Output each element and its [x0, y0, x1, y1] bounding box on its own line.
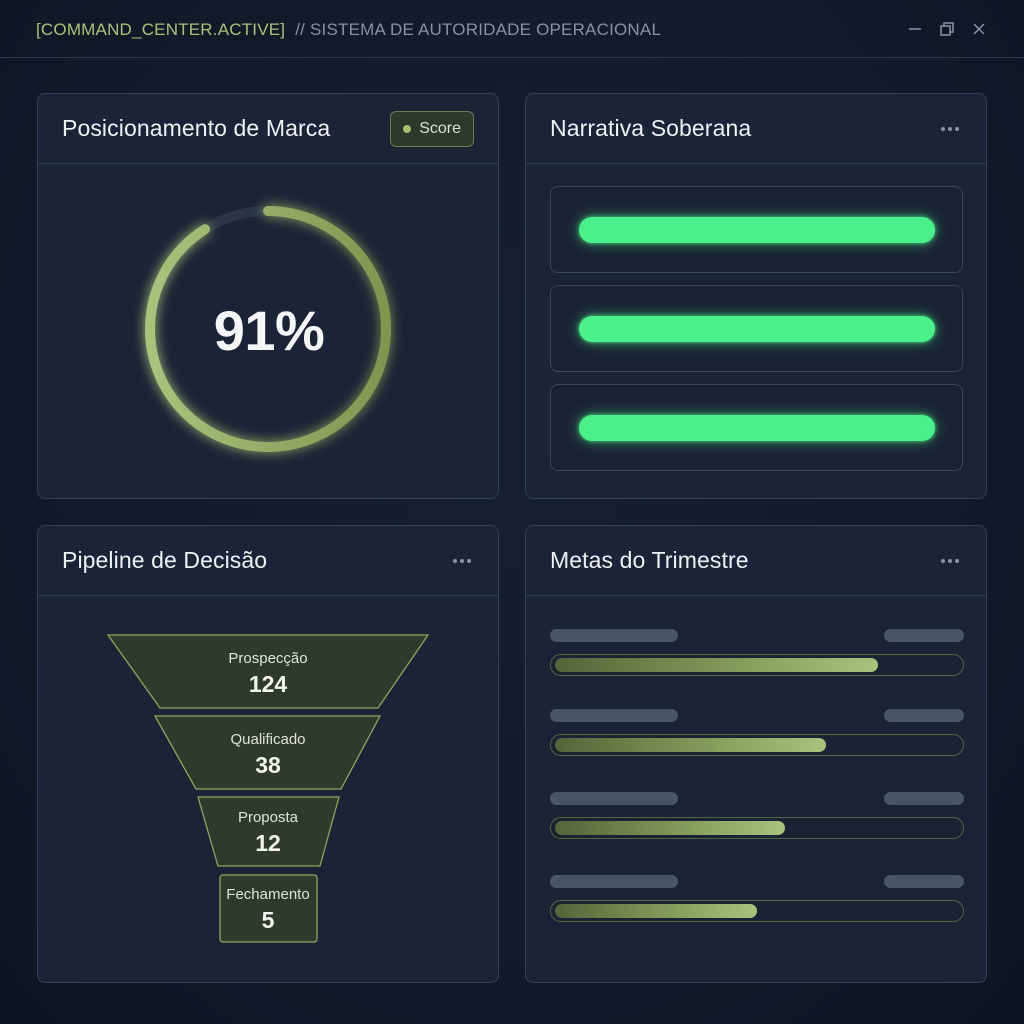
- window-controls: [906, 20, 988, 38]
- narrative-bar: [579, 415, 935, 441]
- system-name: // SISTEMA DE AUTORIDADE OPERACIONAL: [295, 20, 662, 39]
- status-tag: [COMMAND_CENTER.ACTIVE]: [36, 20, 286, 39]
- narrative-card: Narrativa Soberana: [525, 93, 987, 499]
- goal-progress-track: [550, 734, 964, 756]
- narrative-card-header: Narrativa Soberana: [526, 94, 986, 164]
- goal-value-placeholder: [884, 792, 964, 805]
- goal-label-placeholder: [550, 709, 678, 722]
- score-gauge: 91%: [38, 164, 498, 498]
- funnel-stage-value: 12: [255, 830, 281, 856]
- quarter-goals-card: Metas do Trimestre: [525, 525, 987, 983]
- funnel-stage-value: 38: [255, 752, 281, 778]
- more-options-icon[interactable]: [938, 551, 962, 571]
- goal-row: [550, 629, 964, 689]
- narrative-item: [550, 384, 963, 471]
- pipeline-card-header: Pipeline de Decisão: [38, 526, 498, 596]
- score-badge[interactable]: Score: [390, 110, 474, 147]
- goal-value-placeholder: [884, 709, 964, 722]
- pipeline-card: Pipeline de Decisão Prospecção 124 Quali…: [37, 525, 499, 983]
- goal-row: [550, 792, 964, 852]
- narrative-bar: [579, 316, 935, 342]
- brand-card-title: Posicionamento de Marca: [62, 115, 331, 141]
- goal-row: [550, 875, 964, 935]
- goal-progress-track: [550, 817, 964, 839]
- brand-card-header: Posicionamento de Marca Score: [38, 94, 498, 164]
- brand-positioning-card: Posicionamento de Marca Score 91%: [37, 93, 499, 499]
- title-bar-text: [COMMAND_CENTER.ACTIVE] // SISTEMA DE AU…: [36, 20, 661, 40]
- score-badge-label: Score: [419, 119, 461, 137]
- goal-label-placeholder: [550, 792, 678, 805]
- funnel-stage-label: Proposta: [237, 809, 299, 826]
- goal-label-placeholder: [550, 629, 678, 642]
- goal-progress-fill: [555, 904, 757, 918]
- goal-row: [550, 709, 964, 769]
- close-icon[interactable]: [970, 20, 988, 38]
- funnel-stage-value: 124: [248, 671, 288, 697]
- narrative-item: [550, 186, 963, 273]
- score-value: 91%: [213, 299, 325, 362]
- funnel-stage-text: Fechamento 5: [168, 886, 368, 934]
- narrative-item: [550, 285, 963, 372]
- more-options-icon[interactable]: [450, 551, 474, 571]
- funnel-stage-label: Qualificado: [230, 731, 306, 748]
- narrative-card-title: Narrativa Soberana: [550, 115, 752, 141]
- goal-progress-fill: [555, 821, 786, 835]
- funnel-stage-label: Prospecção: [228, 650, 308, 667]
- goal-progress-fill: [555, 738, 826, 752]
- funnel-stage-text: Qualificado 38: [168, 731, 368, 779]
- funnel-stage-label: Fechamento: [226, 886, 310, 903]
- score-dot-icon: [403, 124, 412, 133]
- minimize-icon[interactable]: [906, 20, 924, 38]
- more-options-icon[interactable]: [938, 119, 962, 139]
- goal-value-placeholder: [884, 875, 964, 888]
- goal-progress-track: [550, 654, 964, 676]
- funnel-stage-text: Proposta 12: [168, 809, 368, 857]
- goal-label-placeholder: [550, 875, 678, 888]
- goal-value-placeholder: [884, 629, 964, 642]
- goals-card-header: Metas do Trimestre: [526, 526, 986, 596]
- goal-progress-fill: [555, 658, 879, 672]
- funnel-stage-text: Prospecção 124: [168, 650, 368, 698]
- funnel-stage-value: 5: [261, 907, 275, 933]
- title-bar: [COMMAND_CENTER.ACTIVE] // SISTEMA DE AU…: [0, 0, 1024, 58]
- goal-progress-track: [550, 900, 964, 922]
- goals-card-title: Metas do Trimestre: [550, 547, 749, 573]
- restore-icon[interactable]: [938, 20, 956, 38]
- narrative-bar: [579, 217, 935, 243]
- pipeline-card-title: Pipeline de Decisão: [62, 547, 268, 573]
